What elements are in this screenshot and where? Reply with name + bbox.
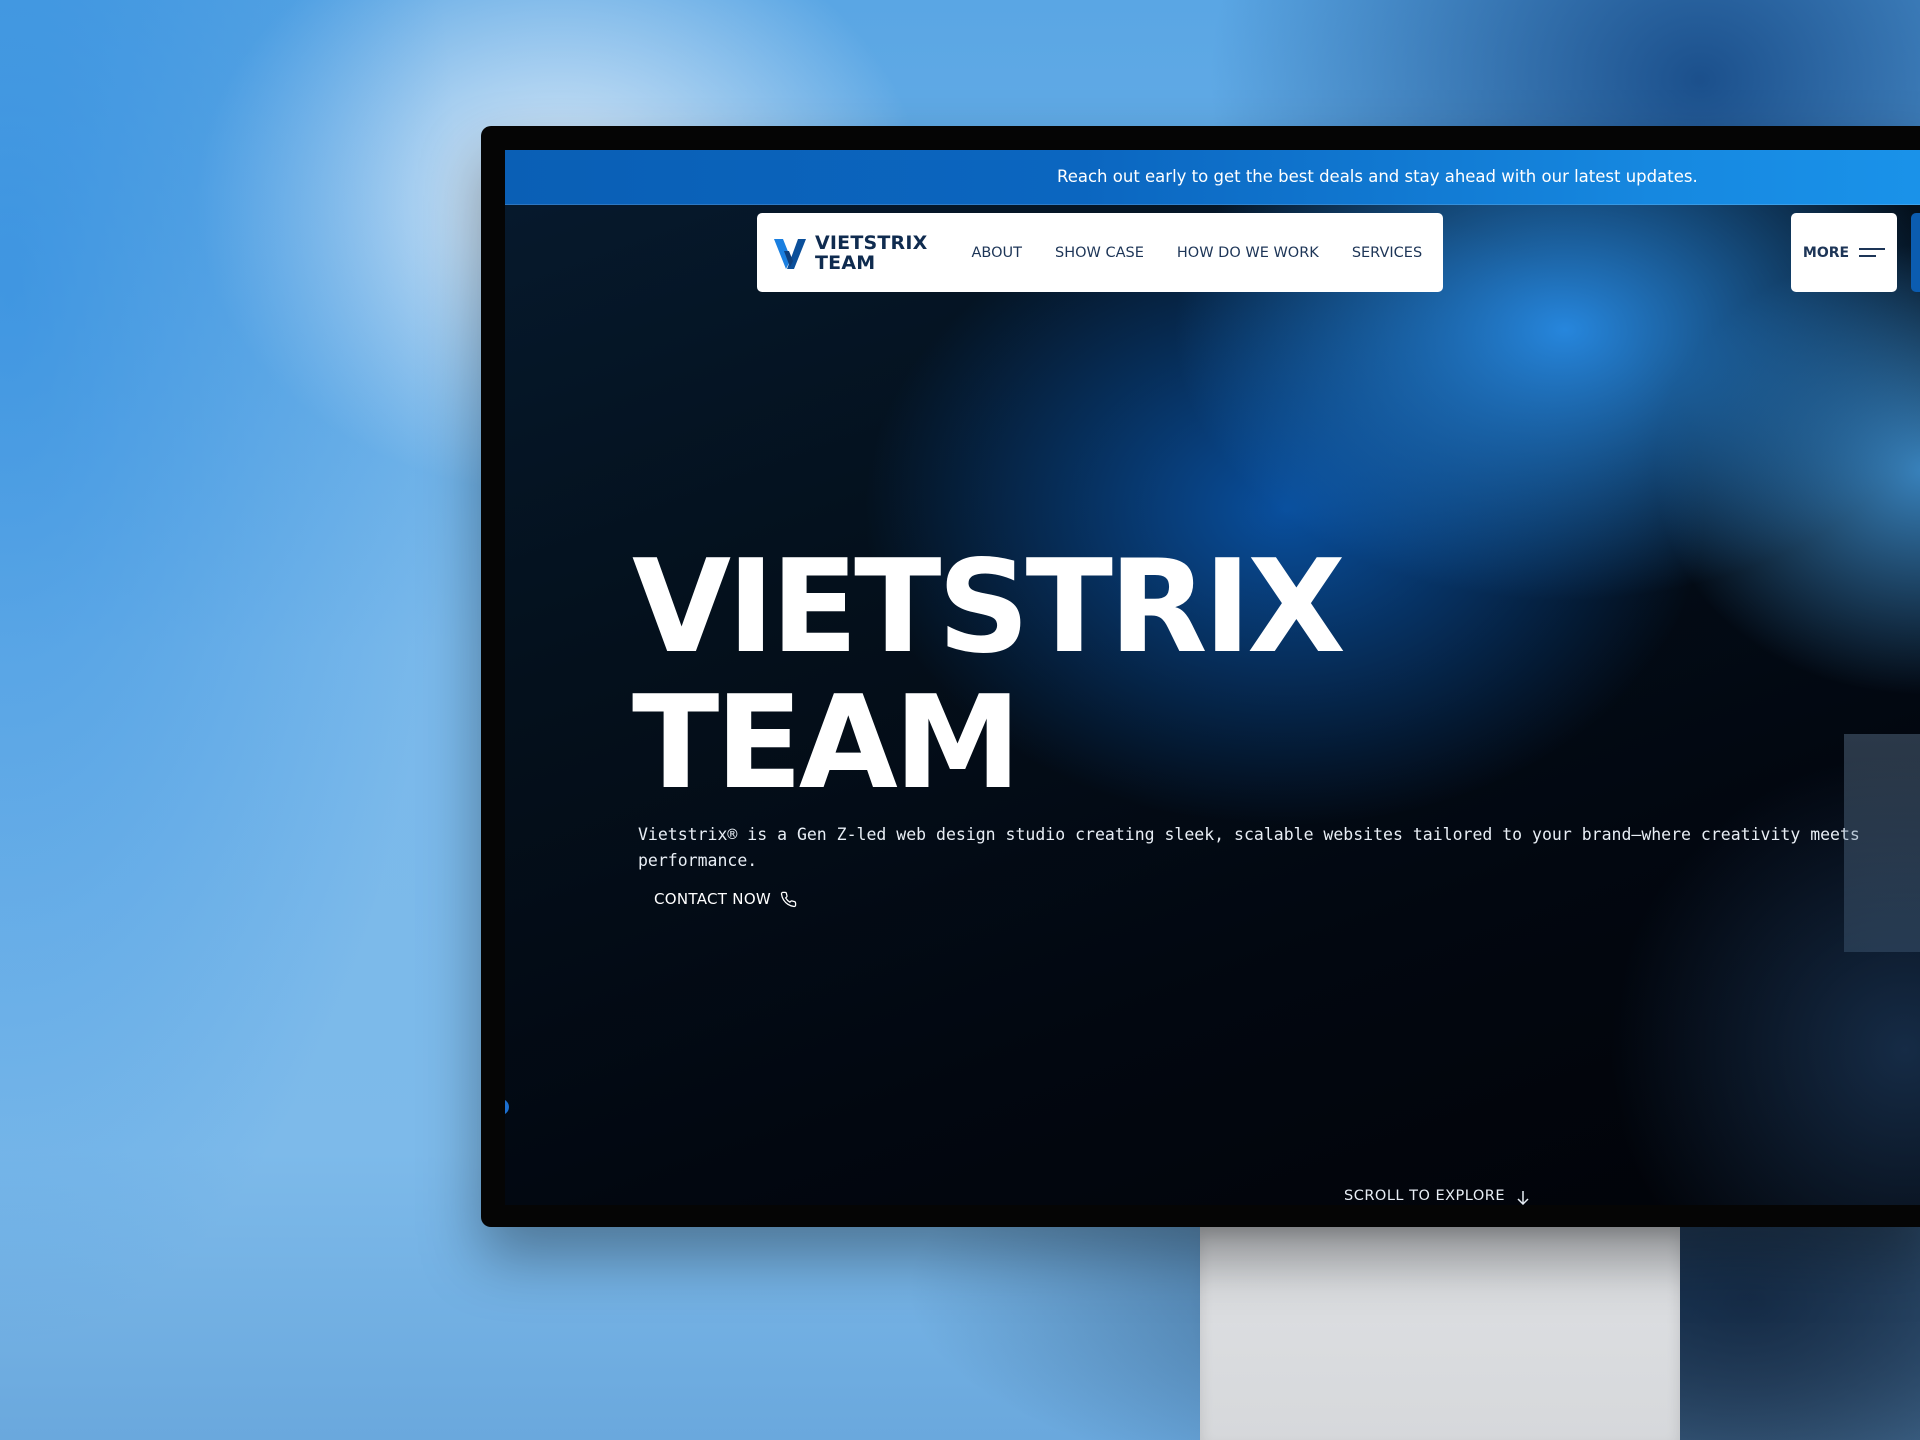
arrow-down-icon	[1517, 1191, 1529, 1205]
contact-now-label: CONTACT NOW	[654, 890, 772, 908]
v-logo-icon	[774, 238, 806, 269]
background-scene: Reach out early to get the best deals an…	[0, 0, 1920, 1440]
main-navigation: VIETSTRIX TEAM ABOUT SHOW CASE HOW DO WE…	[757, 213, 1443, 292]
announcement-text: Reach out early to get the best deals an…	[1057, 167, 1698, 186]
background-glow	[0, 0, 500, 1440]
logo-wordmark: VIETSTRIX TEAM	[815, 233, 928, 273]
brand-logo[interactable]: VIETSTRIX TEAM	[774, 233, 928, 273]
phone-icon	[780, 891, 797, 907]
website-screen: Reach out early to get the best deals an…	[505, 150, 1920, 1205]
hamburger-icon	[1859, 247, 1886, 257]
hero-title-line-1: VIETSTRIX	[632, 533, 1346, 682]
hero-description: Vietstrix® is a Gen Z-led web design stu…	[638, 825, 1860, 870]
monitor-stand	[1200, 1227, 1680, 1440]
side-panel	[1844, 734, 1920, 952]
nav-link-show-case[interactable]: SHOW CASE	[1055, 245, 1144, 261]
scroll-label: SCROLL TO EXPLORE	[1344, 1188, 1506, 1204]
edge-indicator	[505, 1099, 509, 1115]
more-menu-button[interactable]: MORE	[1791, 213, 1897, 292]
nav-link-about[interactable]: ABOUT	[972, 245, 1023, 261]
contact-now-button[interactable]: CONTACT NOW	[642, 885, 809, 913]
monitor-frame: Reach out early to get the best deals an…	[481, 126, 1920, 1227]
logo-line-1: VIETSTRIX	[815, 231, 928, 254]
scroll-to-explore[interactable]: SCROLL TO EXPLORE	[1344, 1188, 1529, 1205]
cta-button-edge[interactable]	[1911, 213, 1920, 292]
nav-link-how-do-we-work[interactable]: HOW DO WE WORK	[1177, 245, 1319, 261]
announcement-bar: Reach out early to get the best deals an…	[505, 150, 1920, 205]
nav-links: ABOUT SHOW CASE HOW DO WE WORK SERVICES	[972, 245, 1456, 261]
logo-line-2: TEAM	[815, 251, 876, 274]
hero-title-line-2: TEAM	[632, 669, 1021, 818]
more-label: MORE	[1802, 244, 1850, 261]
nav-link-services[interactable]: SERVICES	[1352, 245, 1422, 261]
hero-title: VIETSTRIX TEAM	[632, 533, 1346, 818]
